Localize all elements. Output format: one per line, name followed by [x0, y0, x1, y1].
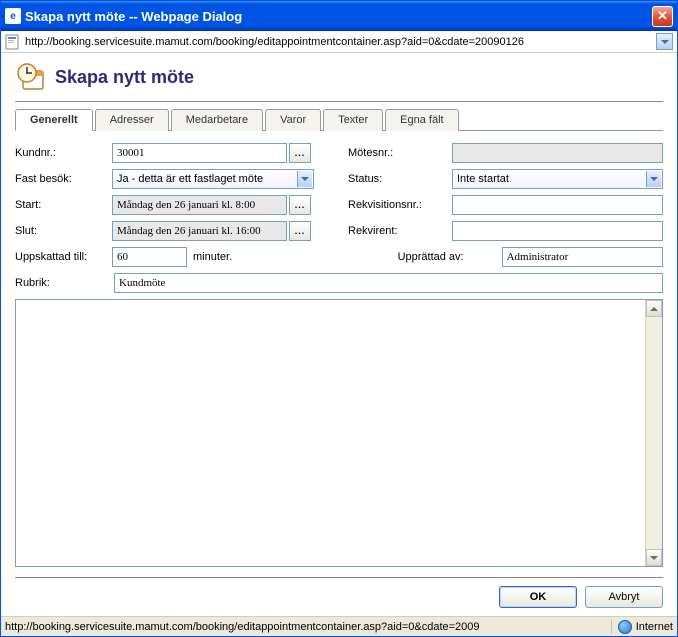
tab-egna-falt[interactable]: Egna fält — [385, 109, 458, 131]
kundnr-picker-button[interactable]: ... — [289, 143, 311, 163]
scrollbar[interactable] — [645, 300, 662, 566]
upprattad-input[interactable] — [502, 247, 663, 267]
chevron-down-icon — [301, 177, 309, 181]
statusbar-url: http://booking.servicesuite.mamut.com/bo… — [5, 621, 611, 633]
kundnr-input[interactable] — [112, 143, 287, 163]
url-text: http://booking.servicesuite.mamut.com/bo… — [25, 36, 656, 48]
page-title: Skapa nytt möte — [55, 67, 194, 88]
dialog-window: e Skapa nytt möte -- Webpage Dialog ✕ ht… — [0, 0, 678, 637]
uppskattad-input[interactable] — [112, 247, 187, 267]
security-zone: Internet — [611, 620, 673, 634]
motesnr-label: Mötesnr.: — [348, 147, 450, 159]
url-dropdown-button[interactable] — [656, 33, 673, 50]
rekvisitionsnr-input[interactable] — [452, 195, 663, 215]
header-divider — [15, 101, 663, 102]
scroll-down-button[interactable] — [646, 549, 662, 566]
zone-label: Internet — [636, 621, 673, 633]
scroll-up-button[interactable] — [646, 300, 662, 317]
address-bar: http://booking.servicesuite.mamut.com/bo… — [1, 31, 677, 53]
chevron-down-icon — [650, 177, 658, 181]
chevron-up-icon — [650, 307, 658, 311]
dropdown-button — [646, 171, 661, 187]
clock-calendar-icon — [15, 61, 47, 93]
rubrik-input[interactable] — [114, 273, 663, 293]
notes-textarea[interactable] — [16, 300, 645, 566]
notes-area — [15, 299, 663, 567]
close-button[interactable]: ✕ — [652, 6, 673, 27]
globe-icon — [618, 620, 632, 634]
rekvisitionsnr-label: Rekvisitionsnr.: — [348, 199, 450, 211]
tab-bar: Generellt Adresser Medarbetare Varor Tex… — [15, 108, 663, 131]
scroll-track[interactable] — [646, 317, 662, 549]
fastbesok-value: Ja - detta är ett fastlaget möte — [117, 173, 309, 185]
content-area: Skapa nytt möte Generellt Adresser Medar… — [1, 53, 677, 616]
uppskattad-unit: minuter. — [189, 251, 232, 263]
tab-texter[interactable]: Texter — [323, 109, 383, 131]
dialog-footer: OK Avbryt — [15, 577, 663, 608]
status-bar: http://booking.servicesuite.mamut.com/bo… — [1, 616, 677, 636]
rekvirent-label: Rekvirent: — [348, 225, 450, 237]
start-input[interactable] — [112, 195, 287, 215]
form-row-kundnr: Kundnr.: ... Mötesnr.: — [15, 143, 663, 163]
close-icon: ✕ — [657, 8, 668, 24]
fastbesok-select[interactable]: Ja - detta är ett fastlaget möte — [112, 169, 314, 189]
chevron-down-icon — [661, 40, 669, 44]
start-label: Start: — [15, 199, 110, 211]
fastbesok-label: Fast besök: — [15, 173, 110, 185]
form-row-fastbesok: Fast besök: Ja - detta är ett fastlaget … — [15, 169, 663, 189]
rubrik-label: Rubrik: — [15, 277, 110, 289]
ie-page-icon — [5, 34, 21, 50]
ok-button[interactable]: OK — [499, 586, 577, 608]
kundnr-label: Kundnr.: — [15, 147, 110, 159]
uppskattad-label: Uppskattad till: — [15, 251, 110, 263]
slut-label: Slut: — [15, 225, 110, 237]
form-row-rubrik: Rubrik: — [15, 273, 663, 293]
slut-input[interactable] — [112, 221, 287, 241]
status-select[interactable]: Inte startat — [452, 169, 663, 189]
page-header: Skapa nytt möte — [15, 61, 663, 93]
form-row-uppskattad: Uppskattad till: minuter. Upprättad av: — [15, 247, 663, 267]
slut-picker-button[interactable]: ... — [289, 221, 311, 241]
ie-page-icon: e — [5, 8, 21, 24]
form-row-slut: Slut: ... Rekvirent: — [15, 221, 663, 241]
status-value: Inte startat — [457, 173, 658, 185]
dropdown-button — [297, 171, 312, 187]
titlebar: e Skapa nytt möte -- Webpage Dialog ✕ — [1, 1, 677, 31]
tab-varor[interactable]: Varor — [265, 109, 321, 131]
status-label: Status: — [348, 173, 450, 185]
chevron-down-icon — [650, 556, 658, 560]
form-row-start: Start: ... Rekvisitionsnr.: — [15, 195, 663, 215]
cancel-button[interactable]: Avbryt — [585, 586, 663, 608]
tab-adresser[interactable]: Adresser — [95, 109, 169, 131]
upprattad-label: Upprättad av: — [398, 251, 500, 263]
tab-medarbetare[interactable]: Medarbetare — [171, 109, 263, 131]
tab-generellt[interactable]: Generellt — [15, 109, 93, 131]
motesnr-input — [452, 143, 663, 163]
window-title: Skapa nytt möte -- Webpage Dialog — [25, 9, 652, 24]
start-picker-button[interactable]: ... — [289, 195, 311, 215]
rekvirent-input[interactable] — [452, 221, 663, 241]
